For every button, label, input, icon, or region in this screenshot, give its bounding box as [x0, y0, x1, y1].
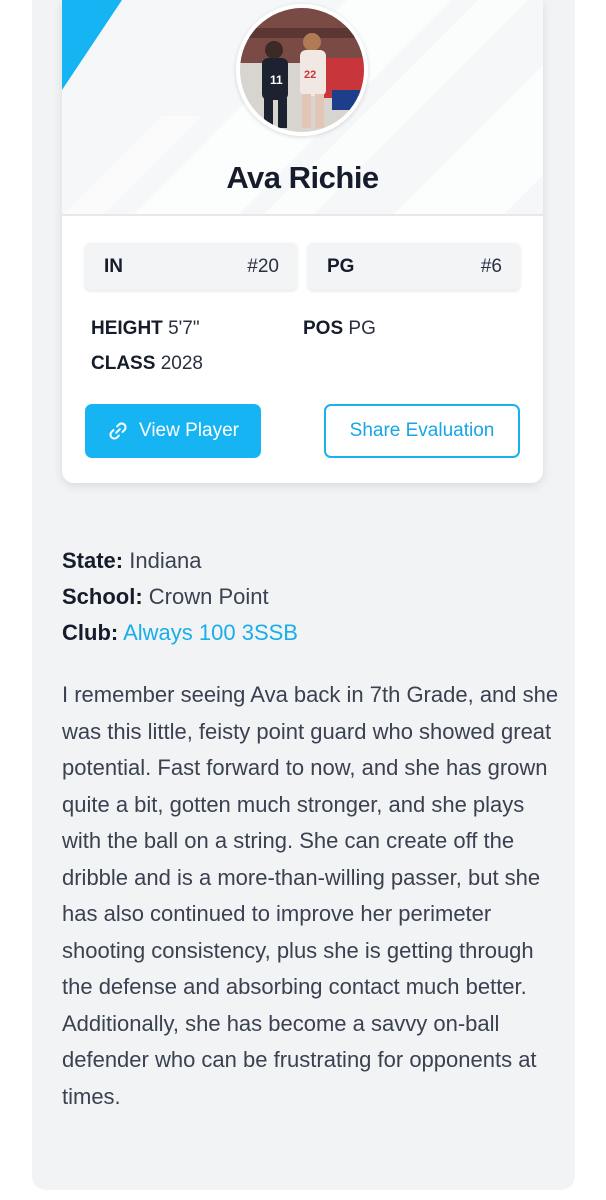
link-icon [109, 422, 127, 440]
card-header: 11 22 Ava Richie [62, 0, 543, 216]
view-player-button[interactable]: View Player [85, 404, 261, 458]
share-evaluation-label: Share Evaluation [349, 420, 495, 441]
height-label: HEIGHT [91, 318, 163, 339]
club-line: Club: Always 100 3SSB [62, 620, 298, 646]
school-line: School: Crown Point [62, 584, 269, 610]
tag-state-key: IN [104, 255, 123, 277]
player-avatar: 11 22 [236, 4, 368, 136]
position-rank-tag: PG #6 [308, 243, 520, 290]
height-value: 5'7" [168, 318, 200, 339]
player-name: Ava Richie [226, 160, 379, 195]
club-label: Club: [62, 620, 119, 645]
stat-position: POS PG [303, 318, 376, 340]
share-evaluation-button[interactable]: Share Evaluation [324, 404, 520, 458]
stat-class: CLASS 2028 [91, 353, 203, 375]
tag-position-key: PG [327, 255, 355, 277]
class-value: 2028 [160, 353, 203, 374]
club-link[interactable]: Always 100 3SSB [123, 620, 298, 645]
state-label: State: [62, 548, 124, 573]
stat-height: HEIGHT 5'7" [91, 318, 200, 340]
school-value: Crown Point [148, 584, 269, 609]
state-value: Indiana [129, 548, 202, 573]
pos-label: POS [303, 318, 344, 339]
school-label: School: [62, 584, 143, 609]
tag-state-number: #20 [247, 255, 279, 277]
svg-text:11: 11 [270, 73, 283, 87]
view-player-label: View Player [139, 420, 239, 441]
tag-position-rank: #6 [480, 255, 502, 277]
svg-text:22: 22 [304, 69, 316, 81]
state-number-tag: IN #20 [85, 243, 297, 290]
pos-value: PG [348, 318, 376, 339]
class-label: CLASS [91, 353, 156, 374]
state-line: State: Indiana [62, 548, 201, 574]
evaluation-text: I remember seeing Ava back in 7th Grade,… [62, 682, 559, 1109]
